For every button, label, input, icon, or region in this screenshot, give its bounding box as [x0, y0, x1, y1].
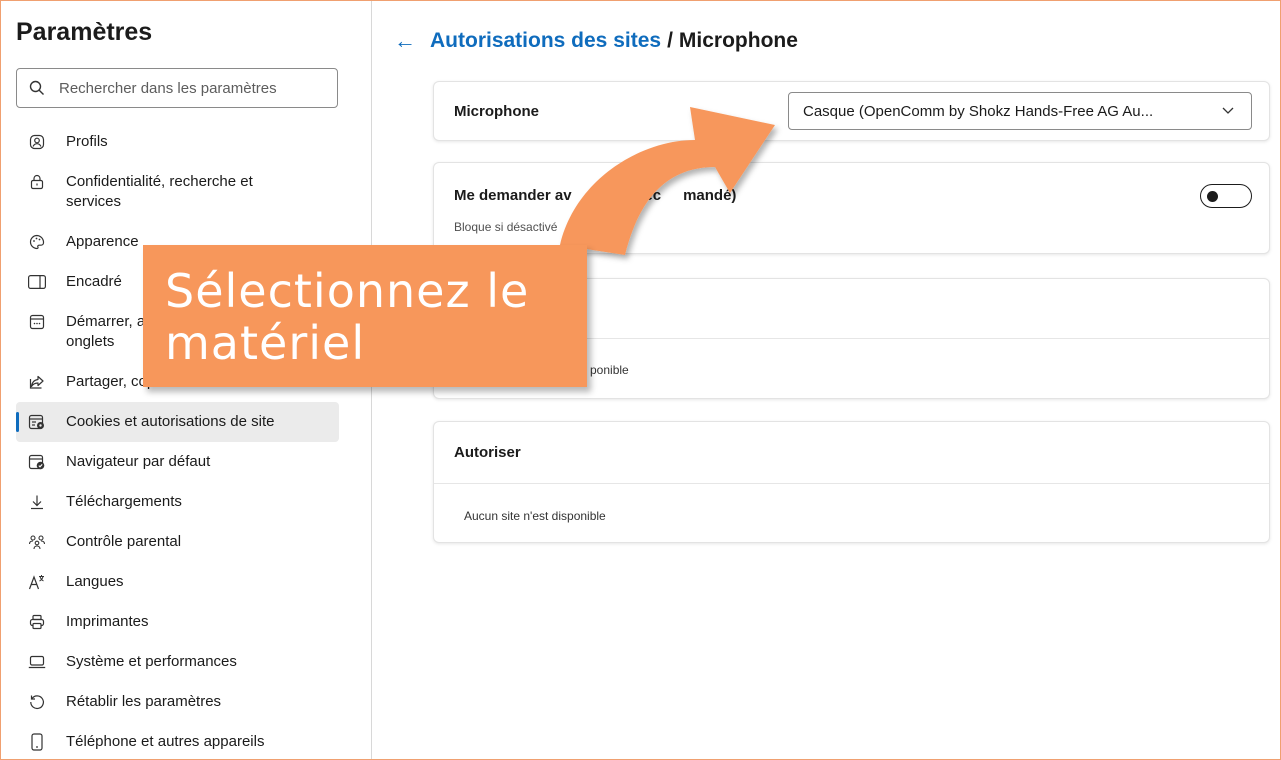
- share-icon: [28, 372, 46, 392]
- breadcrumb-separator: /: [667, 29, 673, 52]
- settings-title: Paramètres: [16, 18, 153, 46]
- settings-nav: Profils Confidentialité, recherche et se…: [16, 122, 339, 760]
- reset-icon: [28, 692, 46, 712]
- sidebar-item-label: Profils: [66, 133, 108, 150]
- printer-icon: [28, 612, 46, 632]
- microphone-device-select[interactable]: Casque (OpenComm by Shokz Hands-Free AG …: [788, 92, 1252, 130]
- sidebar-item-label: Langues: [66, 573, 124, 590]
- sidebar-item-cookies[interactable]: Cookies et autorisations de site: [16, 402, 339, 442]
- palette-icon: [28, 232, 46, 252]
- sidebar-item-label: Navigateur par défaut: [66, 453, 211, 470]
- sidebar-item-label: Contrôle parental: [66, 533, 182, 550]
- block-empty-text: ponible: [590, 363, 629, 377]
- toggle-knob: [1207, 191, 1218, 202]
- allow-title: Autoriser: [454, 444, 521, 461]
- sidebar-item-controle-parental[interactable]: Contrôle parental: [16, 522, 339, 562]
- sidebar-item-label: Apparence: [66, 233, 139, 250]
- sidebar-item-confidentialite[interactable]: Confidentialité, recherche et services: [16, 162, 339, 222]
- profile-icon: [28, 132, 46, 152]
- laptop-icon: [28, 652, 46, 672]
- family-icon: [28, 532, 46, 552]
- sidebar-item-label: Confidentialité, recherche et services: [66, 173, 253, 210]
- sidebar-item-telephone[interactable]: Téléphone et autres appareils: [16, 722, 339, 760]
- start-page-icon: [28, 312, 46, 332]
- selected-device-value: Casque (OpenComm by Shokz Hands-Free AG …: [803, 102, 1154, 120]
- search-input[interactable]: [59, 79, 319, 97]
- sidebar-item-profils[interactable]: Profils: [16, 122, 339, 162]
- sidebar-item-label: Imprimantes: [66, 613, 149, 630]
- sidebar-item-langues[interactable]: Langues: [16, 562, 339, 602]
- allow-list-card: Autoriser Aucun site n'est disponible: [433, 421, 1270, 543]
- breadcrumb: ← Autorisations des sites / Microphone: [394, 28, 798, 54]
- page-title: Microphone: [678, 29, 798, 52]
- sidebar-item-label: Rétablir les paramètres: [66, 693, 222, 710]
- phone-icon: [28, 732, 46, 752]
- allow-empty-text: Aucun site n'est disponible: [464, 509, 606, 523]
- lock-icon: [28, 172, 46, 192]
- chevron-down-icon: [1222, 107, 1234, 114]
- ask-before-access-toggle[interactable]: [1200, 184, 1252, 208]
- breadcrumb-link-site-permissions[interactable]: Autorisations des sites: [430, 29, 661, 53]
- search-icon: [29, 80, 44, 95]
- microphone-label: Microphone: [454, 103, 539, 120]
- sidebar-item-imprimantes[interactable]: Imprimantes: [16, 602, 339, 642]
- sidebar-item-label: Téléphone et autres appareils: [66, 733, 265, 750]
- sidebar-item-telechargements[interactable]: Téléchargements: [16, 482, 339, 522]
- sidebar-item-label: Téléchargements: [66, 493, 182, 510]
- sidebar-item-systeme[interactable]: Système et performances: [16, 642, 339, 682]
- sidebar-panel-icon: [28, 272, 46, 292]
- back-arrow-icon[interactable]: ←: [394, 28, 416, 54]
- default-browser-icon: [28, 452, 46, 472]
- search-box[interactable]: [16, 68, 338, 108]
- card-divider: [434, 483, 1269, 484]
- sidebar-item-label: Encadré: [66, 273, 122, 290]
- tutorial-callout: Sélectionnez le matériel: [143, 245, 587, 387]
- sidebar-item-navigateur[interactable]: Navigateur par défaut: [16, 442, 339, 482]
- sidebar-item-retablir[interactable]: Rétablir les paramètres: [16, 682, 339, 722]
- sidebar-item-label: Système et performances: [66, 653, 237, 670]
- sidebar-item-label: Cookies et autorisations de site: [66, 413, 275, 430]
- language-icon: [28, 572, 46, 592]
- cookies-permissions-icon: [28, 412, 46, 432]
- download-icon: [28, 492, 46, 512]
